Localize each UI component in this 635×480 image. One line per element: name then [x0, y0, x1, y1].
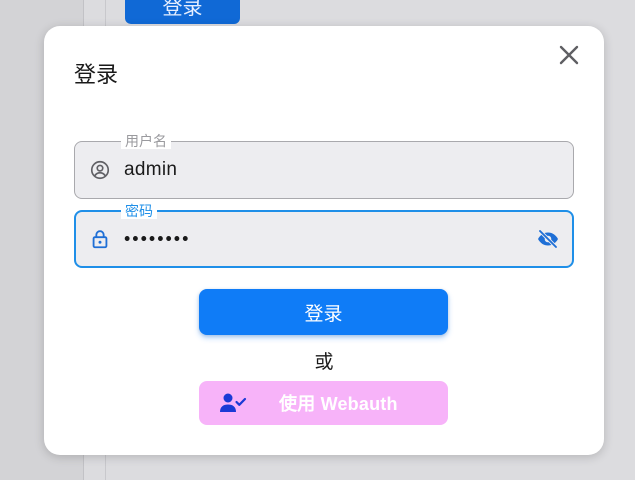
user-circle-icon: [90, 160, 110, 180]
webauth-label: 使用 Webauth: [279, 394, 398, 414]
close-button[interactable]: [556, 42, 582, 68]
password-label: 密码: [121, 203, 157, 219]
dialog-title: 登录: [74, 62, 119, 87]
webauth-button[interactable]: 使用 Webauth: [199, 381, 448, 425]
username-input[interactable]: admin: [124, 159, 177, 181]
username-label: 用户名: [121, 133, 171, 149]
user-check-icon: [220, 393, 247, 412]
eye-off-icon: [538, 229, 558, 249]
background-login-button: 登录: [125, 0, 240, 24]
or-separator: 或: [314, 352, 334, 373]
close-icon: [559, 45, 579, 65]
login-button[interactable]: 登录: [199, 289, 448, 335]
toggle-password-visibility[interactable]: [536, 227, 560, 251]
password-field[interactable]: 密码 ••••••••: [74, 203, 574, 268]
password-input[interactable]: ••••••••: [124, 229, 190, 250]
username-field[interactable]: 用户名 admin: [74, 133, 574, 199]
login-dialog: 登录 用户名 admin 密码 •••••••• 登录 或 使用 Webauth: [44, 26, 604, 455]
lock-icon: [92, 230, 108, 249]
